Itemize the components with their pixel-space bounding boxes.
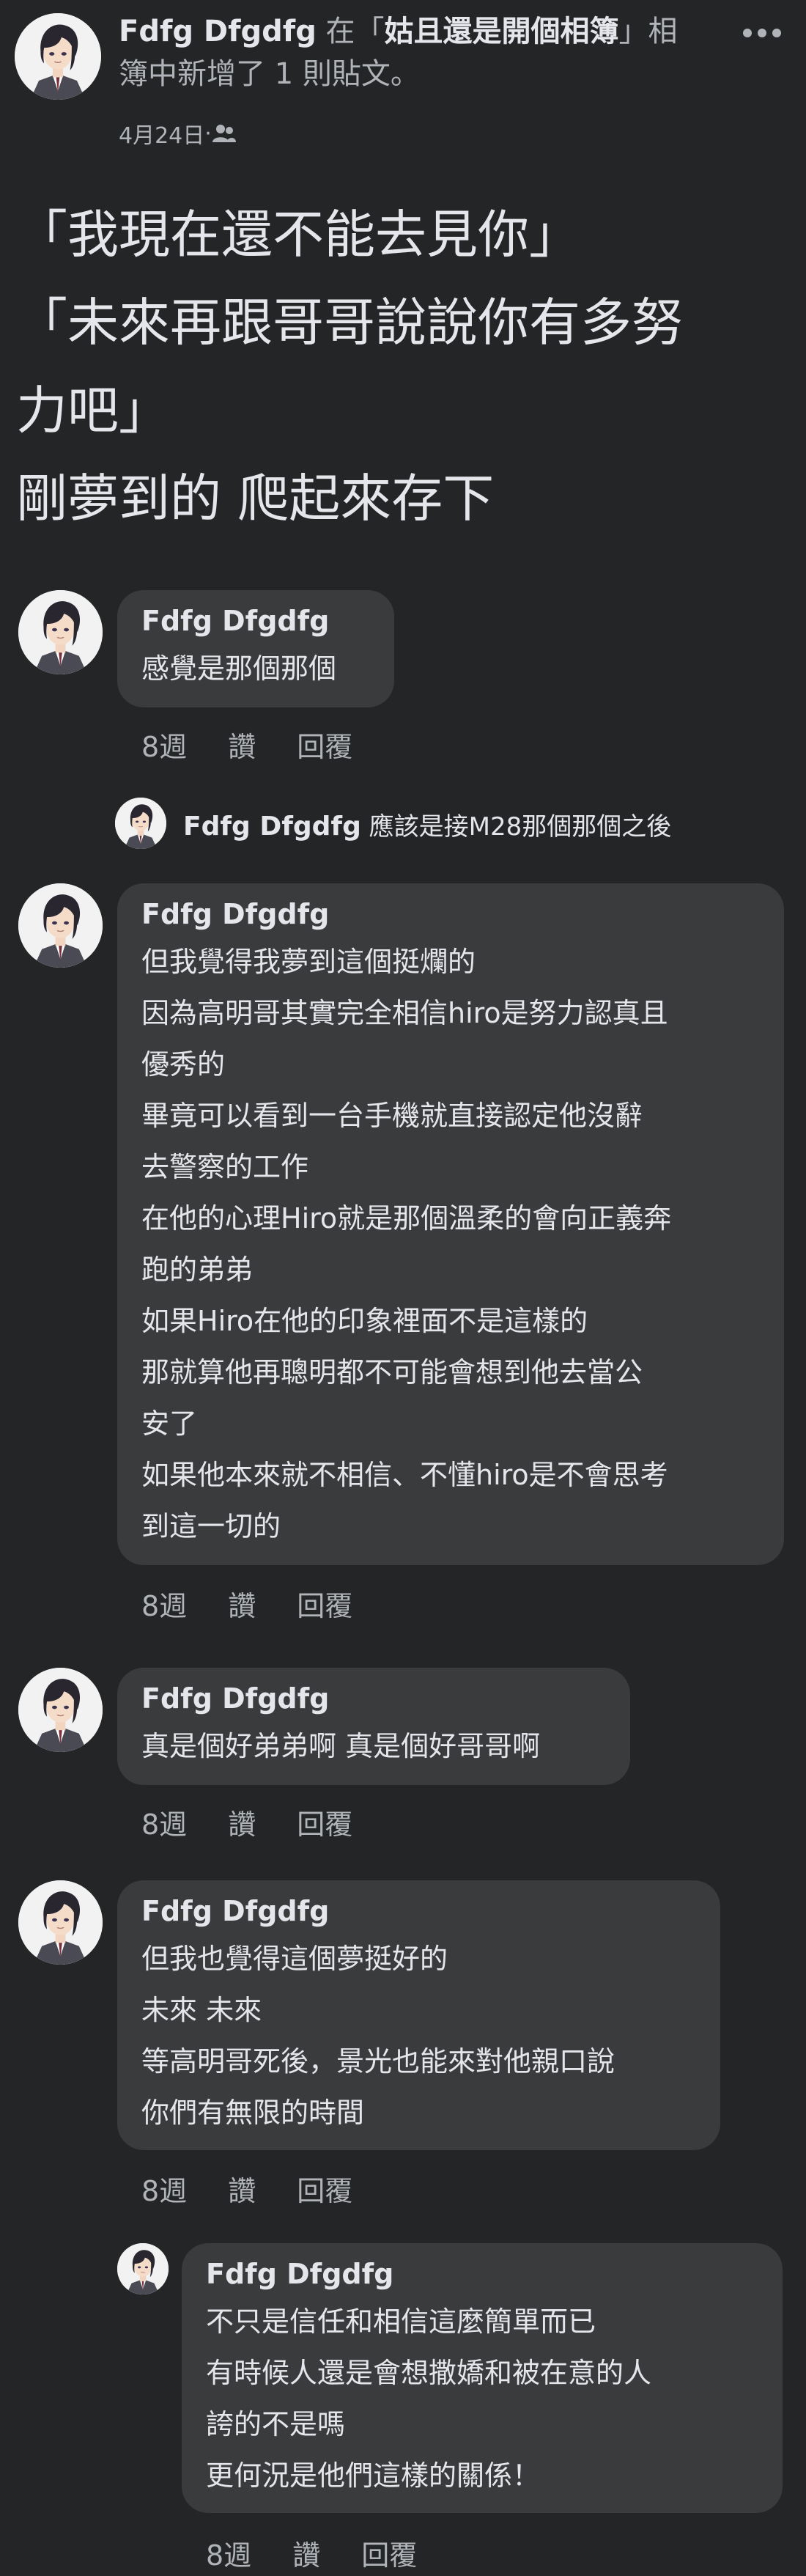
comment-bubble: Fdfg Dfgdfg 真是個好弟弟啊 真是個好哥哥啊 xyxy=(117,1668,630,1785)
collapsed-reply[interactable]: Fdfg Dfgdfg 應該是接M28那個那個之後 xyxy=(183,806,671,842)
post-line: 「我現在還不能去見你」 xyxy=(16,205,580,265)
comment-time[interactable]: 8週 xyxy=(141,724,187,765)
comment-author[interactable]: Fdfg Dfgdfg xyxy=(141,1895,329,1927)
comment-line: 到這一切的 xyxy=(141,1510,281,1542)
reply-avatar[interactable] xyxy=(117,2243,169,2295)
post-meta: 4月24日 · xyxy=(119,117,237,150)
comment-actions: 8週 讚 回覆 xyxy=(141,1802,352,1842)
reply-button[interactable]: 回覆 xyxy=(361,2533,417,2573)
reply-button[interactable]: 回覆 xyxy=(297,1802,352,1842)
like-button[interactable]: 讚 xyxy=(228,1802,256,1842)
header-suffix-1: 」相 xyxy=(618,15,678,48)
reply-button[interactable]: 回覆 xyxy=(297,1583,352,1624)
post-line: 力吧」 xyxy=(16,380,170,441)
comment-time[interactable]: 8週 xyxy=(141,1802,187,1842)
comment-bubble: Fdfg Dfgdfg 不只是信任和相信這麼簡單而已 有時候人還是會想撒嬌和被在… xyxy=(182,2243,783,2513)
comment-line: 如果Hiro在他的印象裡面不是這樣的 xyxy=(141,1305,588,1337)
reply-author[interactable]: Fdfg Dfgdfg xyxy=(183,812,361,842)
comment-text: 感覺是那個那個 xyxy=(141,652,337,685)
comment-line: 優秀的 xyxy=(141,1048,226,1081)
comment-line: 因為高明哥其實完全相信hiro是努力認真且 xyxy=(141,997,668,1029)
comment-actions: 8週 讚 回覆 xyxy=(141,724,352,765)
comment-time[interactable]: 8週 xyxy=(206,2533,251,2573)
header-suffix-2: 簿中新增了 1 則貼文。 xyxy=(119,57,420,91)
comment-time[interactable]: 8週 xyxy=(141,2168,187,2209)
author-avatar[interactable] xyxy=(15,13,101,100)
comment-line: 那就算他再聰明都不可能會想到他去當公 xyxy=(141,1356,643,1388)
album-name[interactable]: 姑且還是開個相簿 xyxy=(385,15,619,48)
header-connector: 在「 xyxy=(316,15,385,48)
like-button[interactable]: 讚 xyxy=(228,1583,256,1624)
meta-dot: · xyxy=(204,120,212,147)
comment-line: 你們有無限的時間 xyxy=(141,2097,365,2129)
comment-line: 有時候人還是會想撒嬌和被在意的人 xyxy=(206,2357,652,2389)
comment-author[interactable]: Fdfg Dfgdfg xyxy=(141,898,329,930)
like-button[interactable]: 讚 xyxy=(292,2533,320,2573)
post-header-text: Fdfg Dfgdfg 在「姑且還是開個相簿」相 簿中新增了 1 則貼文。 xyxy=(119,10,705,95)
comment-line: 更何況是他們這樣的關係！ xyxy=(206,2459,541,2492)
comment-line: 誇的不是嗎 xyxy=(206,2408,346,2440)
commenter-avatar[interactable] xyxy=(18,1668,103,1752)
comment-line: 等高明哥死後，景光也能來對他親口說 xyxy=(141,2045,615,2078)
comment-line: 去警察的工作 xyxy=(141,1151,309,1183)
more-icon[interactable] xyxy=(740,22,784,44)
commenter-avatar[interactable] xyxy=(18,590,103,674)
author-name[interactable]: Fdfg Dfgdfg xyxy=(119,15,317,48)
comment-text: 不只是信任和相信這麼簡單而已 有時候人還是會想撒嬌和被在意的人 誇的不是嗎 更何… xyxy=(206,2296,651,2501)
comment-actions: 8週 讚 回覆 xyxy=(206,2533,417,2573)
comment-line: 不只是信任和相信這麼簡單而已 xyxy=(206,2305,596,2338)
comment-actions: 8週 讚 回覆 xyxy=(141,1583,352,1624)
reply-preview: 應該是接M28那個那個之後 xyxy=(369,812,672,842)
reply-button[interactable]: 回覆 xyxy=(297,2168,352,2209)
post-date[interactable]: 4月24日 xyxy=(119,117,204,150)
like-button[interactable]: 讚 xyxy=(228,724,256,765)
comment-line: 但我覺得我夢到這個挺爛的 xyxy=(141,946,476,978)
comment-line: 跑的弟弟 xyxy=(141,1254,254,1286)
post-line: 「未來再跟哥哥說說你有多努 xyxy=(16,292,683,353)
comment-line: 但我也覺得這個夢挺好的 xyxy=(141,1943,448,1975)
comment-author[interactable]: Fdfg Dfgdfg xyxy=(206,2258,393,2290)
comment-actions: 8週 讚 回覆 xyxy=(141,2168,352,2209)
comment-line: 安了 xyxy=(141,1407,198,1440)
comment-text: 真是個好弟弟啊 真是個好哥哥啊 xyxy=(141,1730,541,1762)
comment-line: 如果他本來就不相信、不懂hiro是不會思考 xyxy=(141,1459,668,1491)
comment-text: 但我覺得我夢到這個挺爛的 因為高明哥其實完全相信hiro是努力認真且 優秀的 畢… xyxy=(141,936,671,1552)
post-body: 「我現在還不能去見你」 「未來再跟哥哥說說你有多努 力吧」 剛夢到的 爬起來存下 xyxy=(16,191,793,542)
comment-bubble: Fdfg Dfgdfg 但我也覺得這個夢挺好的 未來 未來 等高明哥死後，景光也… xyxy=(117,1880,720,2150)
comment-line: 畢竟可以看到一台手機就直接認定他沒辭 xyxy=(141,1100,643,1132)
reply-button[interactable]: 回覆 xyxy=(297,724,352,765)
like-button[interactable]: 讚 xyxy=(228,2168,256,2209)
comment-time[interactable]: 8週 xyxy=(141,1583,187,1624)
comment-bubble: Fdfg Dfgdfg 但我覺得我夢到這個挺爛的 因為高明哥其實完全相信hiro… xyxy=(117,883,784,1565)
comment-author[interactable]: Fdfg Dfgdfg xyxy=(141,605,329,637)
commenter-avatar[interactable] xyxy=(18,1880,103,1965)
comment-bubble: Fdfg Dfgdfg 感覺是那個那個 xyxy=(117,590,394,707)
reply-avatar[interactable] xyxy=(115,798,166,849)
comment-text: 但我也覺得這個夢挺好的 未來 未來 等高明哥死後，景光也能來對他親口說 你們有無… xyxy=(141,1933,615,2138)
comment-author[interactable]: Fdfg Dfgdfg xyxy=(141,1682,329,1715)
comment-line: 在他的心理Hiro就是那個溫柔的會向正義奔 xyxy=(141,1202,672,1234)
comment-line: 未來 未來 xyxy=(141,1994,262,2026)
friends-icon[interactable] xyxy=(212,123,237,144)
post-line: 剛夢到的 爬起來存下 xyxy=(16,468,495,529)
commenter-avatar[interactable] xyxy=(18,883,103,968)
